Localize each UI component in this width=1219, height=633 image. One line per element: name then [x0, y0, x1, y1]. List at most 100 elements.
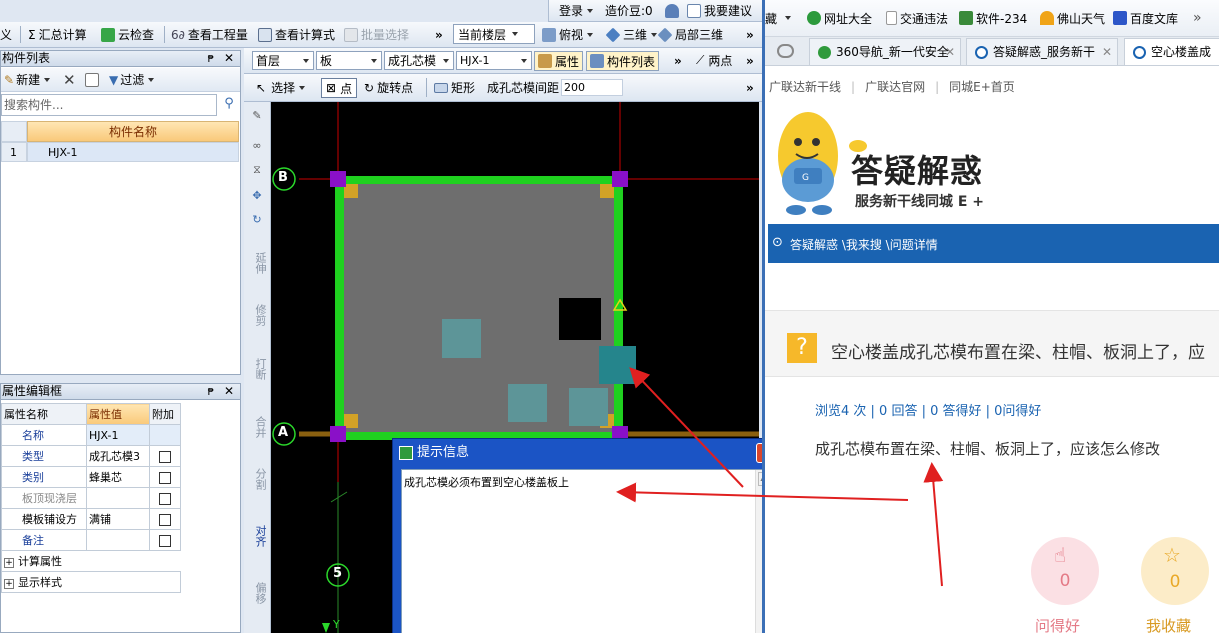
- point-button[interactable]: ⊠ 点: [321, 78, 358, 98]
- property-row[interactable]: 模板铺设方 满铺: [1, 508, 181, 530]
- floor-select[interactable]: 当前楼层: [453, 24, 535, 44]
- local-3d-button[interactable]: 局部三维: [657, 22, 723, 47]
- rotate-point-button[interactable]: ↻ 旋转点: [364, 74, 413, 101]
- property-value[interactable]: HJX-1: [86, 424, 150, 446]
- rotate-icon[interactable]: ↻: [248, 214, 266, 226]
- property-checkbox[interactable]: [149, 445, 181, 467]
- login-button[interactable]: 登录: [559, 0, 594, 21]
- bookmark-item[interactable]: 百度文库: [1113, 0, 1178, 36]
- site-nav-link[interactable]: 广联达官网: [865, 80, 925, 94]
- cloud-check-button[interactable]: 云检查: [101, 22, 154, 47]
- tab-close-icon[interactable]: ✕: [1102, 39, 1112, 65]
- bell-icon[interactable]: [665, 0, 682, 21]
- property-group-row[interactable]: + 显示样式: [1, 571, 181, 593]
- type-dropdown[interactable]: 板: [316, 51, 382, 70]
- property-row[interactable]: 名称 HJX-1: [1, 424, 181, 446]
- property-checkbox[interactable]: [149, 508, 181, 530]
- bookmark-overflow[interactable]: »: [1193, 0, 1202, 36]
- property-value[interactable]: 满铺: [86, 508, 150, 530]
- property-value[interactable]: 成孔芯模3: [86, 445, 150, 467]
- browser-tab-active[interactable]: 空心楼盖成: [1124, 38, 1219, 65]
- offset-button[interactable]: 偏移: [248, 572, 267, 614]
- property-checkbox[interactable]: [149, 529, 181, 551]
- property-value[interactable]: [86, 529, 150, 551]
- component-search-input[interactable]: 搜索构件...: [1, 94, 217, 116]
- property-row[interactable]: 板顶现浇层: [1, 487, 181, 509]
- property-value[interactable]: [86, 487, 150, 509]
- favorite-button[interactable]: ☆ 0: [1141, 537, 1209, 605]
- dialog-title-bar[interactable]: 提示信息 ✕: [393, 439, 762, 467]
- suggest-button[interactable]: 我要建议: [687, 0, 752, 21]
- three-d-button[interactable]: 三维: [605, 22, 658, 47]
- brush-icon[interactable]: ✎: [248, 110, 266, 122]
- two-points-button[interactable]: ⟋ 两点: [696, 48, 732, 73]
- bookmark-item[interactable]: 交通违法: [886, 0, 948, 36]
- toolbar-overflow[interactable]: »: [435, 22, 443, 47]
- align-button[interactable]: 对齐: [248, 512, 267, 560]
- component-name-header[interactable]: 构件名称: [27, 121, 239, 142]
- toolbar2-overflow[interactable]: »: [674, 48, 682, 73]
- property-row[interactable]: 备注: [1, 529, 181, 551]
- batch-select-button[interactable]: 批量选择: [344, 22, 409, 47]
- copy-icon[interactable]: [85, 68, 102, 91]
- move-icon[interactable]: ✥: [248, 190, 266, 202]
- toolbar2-overflow-right[interactable]: »: [746, 48, 754, 73]
- extend-button[interactable]: 延伸: [248, 242, 267, 284]
- bookmark-item[interactable]: 佛山天气: [1040, 0, 1105, 36]
- site-nav-link[interactable]: 广联达新干线: [769, 80, 841, 94]
- pin-icon[interactable]: ₱: [208, 52, 214, 67]
- close-icon[interactable]: ✕: [224, 51, 234, 66]
- break-button[interactable]: 打断: [248, 348, 267, 390]
- breadcrumb[interactable]: 答疑解惑 \我来搜 \问题详情: [790, 236, 938, 253]
- mirror-icon[interactable]: ⧖: [248, 164, 266, 176]
- close-icon[interactable]: ✕: [224, 384, 234, 399]
- summary-button[interactable]: Σ 汇总计算: [28, 22, 87, 47]
- view-quantity-button[interactable]: 6∂ 查看工程量: [171, 22, 248, 47]
- expand-icon[interactable]: +: [4, 558, 14, 568]
- property-checkbox[interactable]: [149, 466, 181, 488]
- property-value[interactable]: 蜂巢芯: [86, 466, 150, 488]
- property-group-row[interactable]: + 计算属性: [1, 550, 181, 572]
- properties-button[interactable]: 属性: [534, 51, 584, 71]
- item-dropdown[interactable]: HJX-1: [456, 51, 532, 70]
- toolbar-left-cut[interactable]: 义: [0, 22, 12, 47]
- browser-tab[interactable]: 360导航_新一代安全 ✕: [809, 38, 961, 65]
- component-list-button[interactable]: 构件列表: [586, 51, 660, 71]
- top-view-button[interactable]: 俯视: [542, 22, 594, 47]
- pin-icon[interactable]: ₱: [208, 385, 214, 400]
- view-formula-button[interactable]: 查看计算式: [258, 22, 335, 47]
- bookmark-item[interactable]: 藏: [765, 0, 792, 36]
- delete-icon[interactable]: ✕: [63, 68, 76, 91]
- property-group[interactable]: + 计算属性: [1, 550, 181, 572]
- merge-button[interactable]: 合并: [248, 406, 267, 448]
- tab-close-icon[interactable]: ✕: [945, 39, 955, 65]
- property-checkbox[interactable]: [149, 487, 181, 509]
- cloud-icon[interactable]: [777, 44, 794, 58]
- new-button[interactable]: ✎ 新建: [4, 68, 51, 91]
- filter-button[interactable]: ▼ 过滤: [109, 68, 155, 91]
- spacing-input[interactable]: 200: [561, 79, 623, 96]
- trim-button[interactable]: 修剪: [248, 294, 267, 336]
- site-nav-link[interactable]: 同城E+首页: [949, 80, 1015, 94]
- property-group[interactable]: + 显示样式: [1, 571, 181, 593]
- favorite-label[interactable]: 我收藏: [1146, 615, 1191, 633]
- split-button[interactable]: 分割: [248, 458, 267, 500]
- property-row[interactable]: 类型 成孔芯模3: [1, 445, 181, 467]
- browser-tab[interactable]: 答疑解惑_服务新干 ✕: [966, 38, 1118, 65]
- search-icon[interactable]: ⚲: [220, 96, 238, 114]
- toolbar3-overflow[interactable]: »: [746, 74, 754, 101]
- bookmark-item[interactable]: 网址大全: [807, 0, 872, 36]
- component-row[interactable]: HJX-1: [27, 142, 239, 162]
- bookmark-item[interactable]: 软件-234: [959, 0, 1027, 36]
- like-label[interactable]: 问得好: [1035, 615, 1080, 633]
- like-button[interactable]: ☝ 0: [1031, 537, 1099, 605]
- property-row[interactable]: 类别 蜂巢芯: [1, 466, 181, 488]
- floor-dropdown[interactable]: 首层: [252, 51, 314, 70]
- rect-button[interactable]: 矩形: [434, 74, 475, 101]
- dialog-scrollbar[interactable]: ▲: [755, 470, 762, 633]
- link-icon[interactable]: ∞: [248, 140, 266, 152]
- category-dropdown[interactable]: 成孔芯模: [384, 51, 454, 70]
- expand-icon[interactable]: +: [4, 579, 14, 589]
- select-button[interactable]: ↖ 选择: [256, 74, 306, 101]
- toolbar1-overflow-right[interactable]: »: [746, 22, 754, 47]
